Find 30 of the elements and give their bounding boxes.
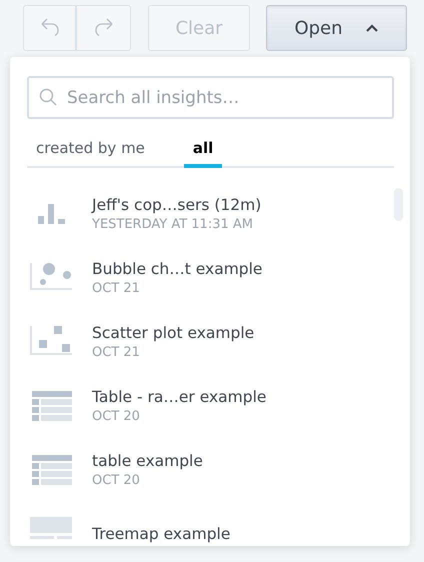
search-field[interactable]: Search all insights… bbox=[27, 76, 394, 119]
insight-title: Jeff's cop…sers (12m) bbox=[92, 196, 262, 214]
insight-title: Treemap example bbox=[92, 525, 230, 543]
insight-title: Table - ra…er example bbox=[92, 388, 266, 406]
tab[interactable]: created by me bbox=[27, 135, 154, 168]
insight-date: OCT 21 bbox=[92, 281, 141, 296]
insight-title: Bubble ch…t example bbox=[92, 260, 262, 278]
open-button[interactable]: Open bbox=[266, 5, 407, 51]
insight-item[interactable]: Jeff's cop…sers (12m) YESTERDAY AT 11:31 AM bbox=[10, 182, 410, 246]
insight-item[interactable]: Treemap example bbox=[10, 502, 410, 546]
redo-icon bbox=[92, 17, 114, 39]
undo-button[interactable] bbox=[23, 5, 77, 51]
table-icon bbox=[30, 389, 72, 423]
insight-item[interactable]: Table - ra…er example OCT 20 bbox=[10, 374, 410, 438]
table-icon bbox=[30, 453, 72, 487]
insight-date: OCT 20 bbox=[92, 409, 141, 424]
tab[interactable]: all bbox=[184, 135, 222, 168]
bar-chart-icon bbox=[38, 204, 64, 224]
insight-title: table example bbox=[92, 452, 203, 470]
caret-icon bbox=[364, 24, 379, 32]
insight-date: OCT 21 bbox=[92, 345, 141, 360]
insight-date: YESTERDAY AT 11:31 AM bbox=[92, 217, 254, 232]
insight-date: OCT 20 bbox=[92, 473, 141, 488]
insight-item[interactable]: Scatter plot example OCT 21 bbox=[10, 310, 410, 374]
search-icon bbox=[39, 88, 57, 106]
insight-item[interactable]: Bubble ch…t example OCT 21 bbox=[10, 246, 410, 310]
insight-title: Scatter plot example bbox=[92, 324, 254, 342]
redo-button[interactable] bbox=[77, 5, 131, 51]
insight-item[interactable]: table example OCT 20 bbox=[10, 438, 410, 502]
undo-icon bbox=[38, 17, 60, 39]
